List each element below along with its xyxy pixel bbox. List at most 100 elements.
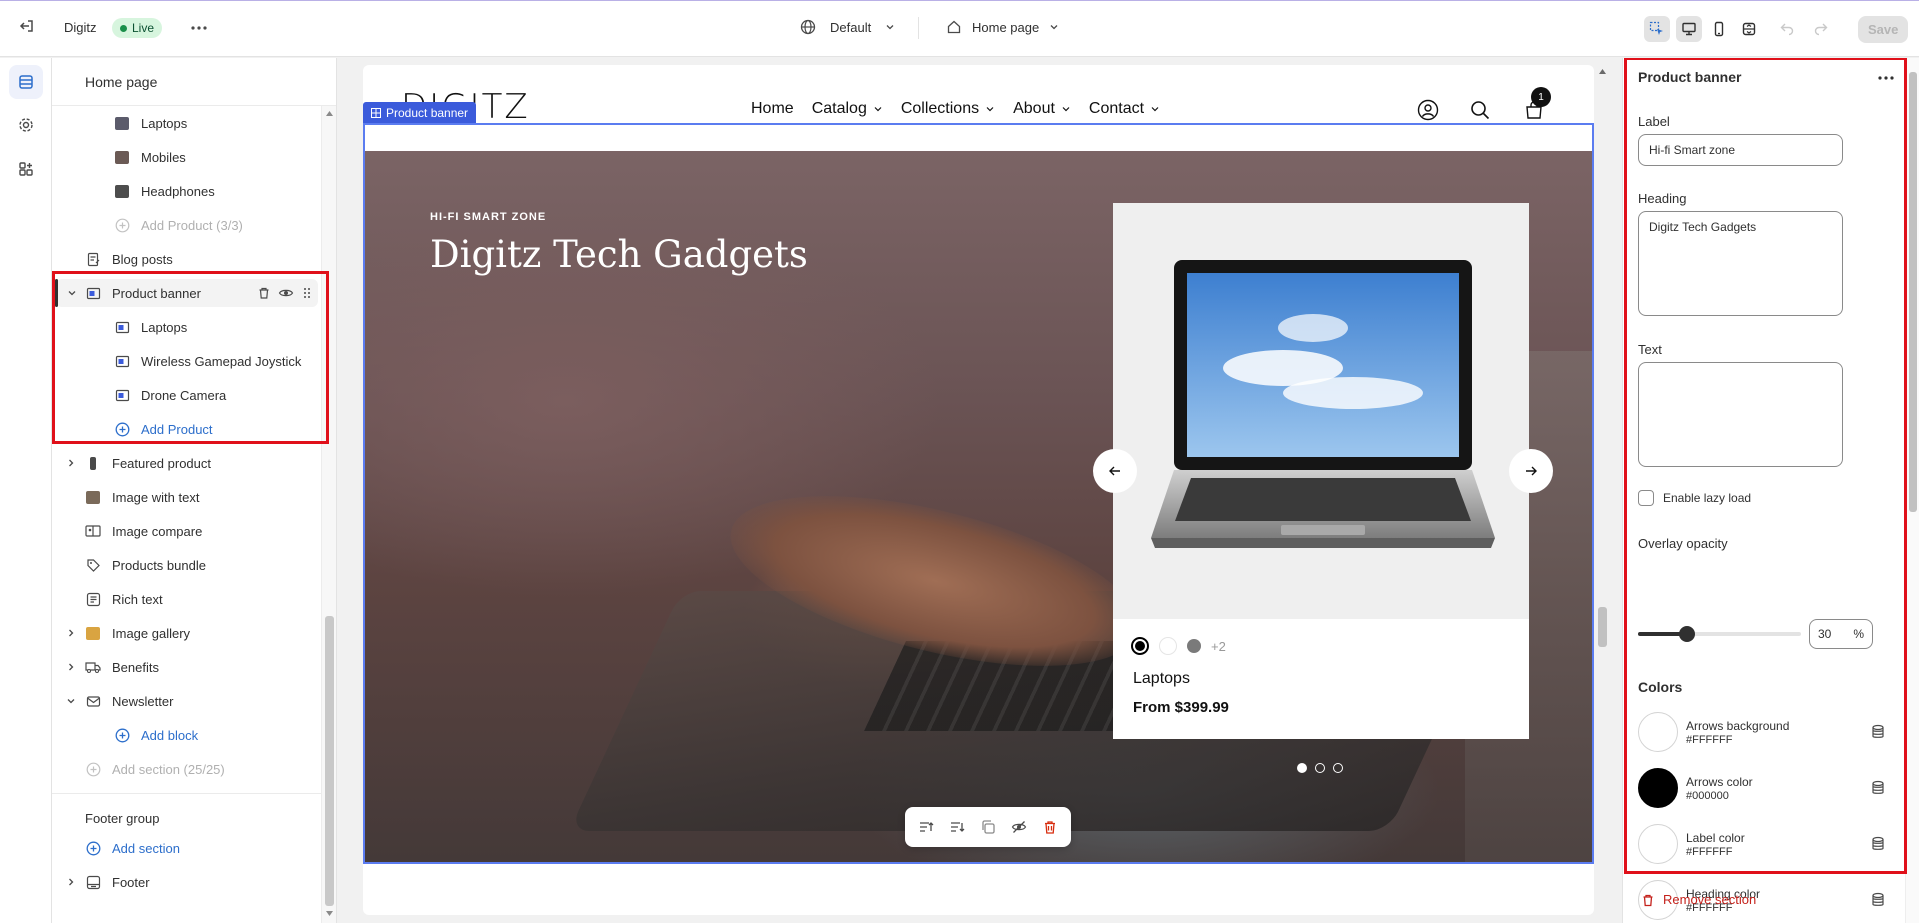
more-actions-icon[interactable] (190, 19, 208, 37)
database-icon[interactable] (1871, 892, 1885, 908)
fullscreen-icon[interactable] (1736, 16, 1762, 42)
heading-textarea[interactable]: Digitz Tech Gadgets (1638, 211, 1843, 316)
theme-selector[interactable]: Default (800, 19, 895, 35)
tree-item-featured-product[interactable]: Featured product (52, 449, 322, 477)
add-block-button[interactable]: Add block (52, 721, 322, 749)
product-image[interactable] (1113, 203, 1529, 619)
nav-catalog[interactable]: Catalog (812, 100, 883, 118)
footer-add-section-button[interactable]: Add section (52, 834, 322, 862)
sidebar-scrollbar[interactable] (321, 106, 336, 923)
panel-scroll-thumb[interactable] (1909, 72, 1917, 512)
chevron-right-icon[interactable] (65, 457, 77, 469)
nav-contact[interactable]: Contact (1089, 100, 1160, 118)
chevron-right-icon[interactable] (65, 876, 77, 888)
mobile-icon[interactable] (1706, 16, 1732, 42)
tree-item-mobiles[interactable]: Mobiles (52, 143, 322, 171)
hero-banner[interactable]: HI-FI SMART ZONE Digitz Tech Gadgets +2 … (365, 151, 1592, 862)
prev-slide-button[interactable] (1093, 449, 1137, 493)
chevron-right-icon[interactable] (65, 627, 77, 639)
color-setting-arrows-color[interactable]: Arrows color #000000 (1638, 768, 1888, 812)
tree-item-image-gallery[interactable]: Image gallery (52, 619, 322, 647)
canvas-scroll-thumb[interactable] (1598, 607, 1607, 647)
more-swatches[interactable]: +2 (1211, 639, 1226, 654)
database-icon[interactable] (1871, 724, 1885, 740)
redo-icon[interactable] (1813, 20, 1829, 36)
sidebar-scroll-thumb[interactable] (325, 616, 334, 906)
swatch-white[interactable] (1159, 637, 1177, 655)
chevron-down-icon[interactable] (65, 695, 77, 707)
chevron-right-icon[interactable] (65, 661, 77, 673)
product-name[interactable]: Laptops (1133, 670, 1190, 688)
nav-about[interactable]: About (1013, 100, 1071, 118)
slide-dot[interactable] (1315, 763, 1325, 773)
slide-dot[interactable] (1297, 763, 1307, 773)
nav-home[interactable]: Home (751, 100, 794, 118)
tree-item-banner-laptops[interactable]: Laptops (52, 313, 322, 341)
tree-item-benefits[interactable]: Benefits (52, 653, 322, 681)
eye-icon[interactable] (278, 286, 294, 300)
section-tag[interactable]: Product banner (363, 102, 477, 123)
search-icon[interactable] (1469, 99, 1491, 121)
section-grid-icon (371, 107, 381, 118)
color-swatch[interactable] (1638, 824, 1678, 864)
drag-handle-icon[interactable] (303, 287, 311, 299)
text-textarea[interactable] (1638, 362, 1843, 467)
tree-item-product-banner[interactable]: Product banner (55, 279, 318, 307)
scroll-down-icon[interactable] (325, 910, 334, 917)
trash-icon[interactable] (257, 286, 271, 300)
color-swatch[interactable] (1638, 712, 1678, 752)
next-slide-button[interactable] (1509, 449, 1553, 493)
tree-item-banner-gamepad[interactable]: Wireless Gamepad Joystick (52, 347, 322, 375)
overlay-opacity-slider[interactable] (1638, 626, 1801, 642)
settings-gear-icon[interactable] (9, 108, 43, 142)
nav-collections[interactable]: Collections (901, 100, 995, 118)
panel-title: Product banner (1638, 69, 1742, 85)
apps-icon[interactable] (9, 152, 43, 186)
delete-trash-icon[interactable] (1042, 819, 1058, 835)
scroll-up-icon[interactable] (325, 110, 334, 117)
account-icon[interactable] (1417, 99, 1439, 121)
label-input[interactable] (1638, 134, 1843, 166)
move-down-icon[interactable] (949, 819, 965, 835)
tree-item-blog-posts[interactable]: Blog posts (52, 245, 322, 273)
add-product-button[interactable]: Add Product (52, 415, 322, 443)
duplicate-icon[interactable] (980, 819, 996, 835)
remove-section-button[interactable]: Remove section (1641, 892, 1756, 907)
color-swatch[interactable] (1638, 768, 1678, 808)
tree-item-headphones[interactable]: Headphones (52, 177, 322, 205)
sections-icon[interactable] (9, 65, 43, 99)
product-card[interactable]: +2 Laptops From $399.99 (1113, 203, 1529, 739)
overlay-opacity-input[interactable]: 30 % (1809, 619, 1873, 649)
inspector-toggle[interactable] (1644, 16, 1670, 42)
undo-icon[interactable] (1779, 20, 1795, 36)
exit-icon[interactable] (19, 18, 35, 34)
tree-item-image-with-text[interactable]: Image with text (52, 483, 322, 511)
tree-item-newsletter[interactable]: Newsletter (52, 687, 322, 715)
tree-item-footer[interactable]: Footer (52, 868, 322, 896)
canvas-scrollbar[interactable] (1595, 62, 1610, 922)
move-up-icon[interactable] (918, 819, 934, 835)
swatch-black[interactable] (1131, 637, 1149, 655)
tree-item-rich-text[interactable]: Rich text (52, 585, 322, 613)
tree-item-banner-drone[interactable]: Drone Camera (52, 381, 322, 409)
panel-scrollbar[interactable] (1905, 58, 1919, 923)
more-options-icon[interactable] (1877, 69, 1895, 87)
save-button[interactable]: Save (1858, 16, 1909, 43)
select-cursor-icon[interactable] (1644, 16, 1670, 42)
page-selector[interactable]: Home page (946, 19, 1059, 35)
color-setting-arrows-background[interactable]: Arrows background #FFFFFF (1638, 712, 1888, 756)
hide-eye-icon[interactable] (1011, 819, 1027, 835)
color-setting-label-color[interactable]: Label color #FFFFFF (1638, 824, 1888, 868)
lazy-load-checkbox[interactable] (1638, 490, 1654, 506)
database-icon[interactable] (1871, 780, 1885, 796)
desktop-icon[interactable] (1676, 16, 1702, 42)
scroll-up-icon[interactable] (1598, 68, 1607, 75)
tree-item-image-compare[interactable]: Image compare (52, 517, 322, 545)
swatch-gray[interactable] (1187, 639, 1201, 653)
tree-item-products-bundle[interactable]: Products bundle (52, 551, 322, 579)
chevron-down-icon[interactable] (66, 287, 78, 299)
tree-item-laptops[interactable]: Laptops (52, 109, 322, 137)
slider-handle[interactable] (1678, 626, 1695, 642)
database-icon[interactable] (1871, 836, 1885, 852)
slide-dot[interactable] (1333, 763, 1343, 773)
